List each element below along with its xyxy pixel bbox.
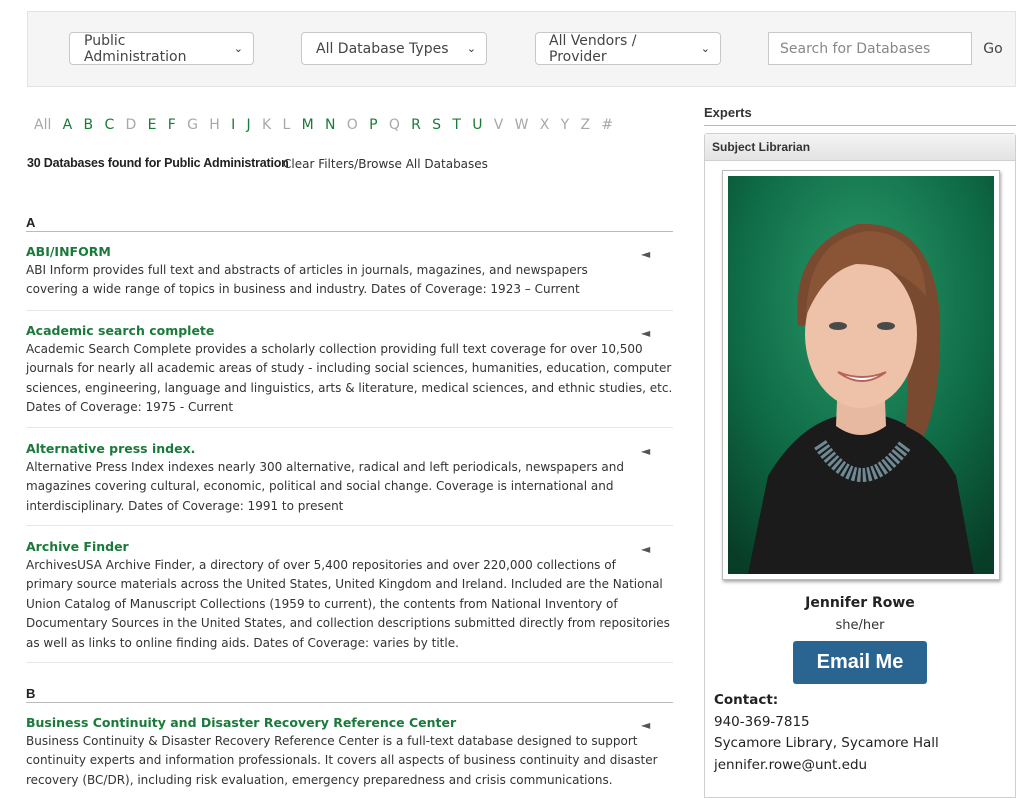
alpha-letter-u[interactable]: U — [472, 117, 482, 133]
panel-title: Subject Librarian — [705, 134, 1015, 161]
alpha-letter-r[interactable]: R — [411, 117, 421, 133]
list-item: ABI/INFORM ABI Inform provides full text… — [26, 243, 676, 300]
alpha-letter-y: Y — [560, 117, 570, 133]
list-item: Alternative press index. Alternative Pre… — [26, 440, 676, 516]
share-icon[interactable]: ◄ — [641, 247, 650, 261]
alpha-letter-s[interactable]: S — [432, 117, 441, 133]
subject-librarian-panel: Subject Librarian Jennifer Rowe she/her … — [704, 133, 1016, 798]
database-title-link[interactable]: ABI/INFORM — [26, 243, 676, 261]
alpha-letter-b[interactable]: B — [84, 117, 94, 133]
librarian-name: Jennifer Rowe — [805, 595, 915, 611]
vendor-select-value: All Vendors / Provider — [549, 32, 637, 65]
database-title-link[interactable]: Academic search complete — [26, 322, 676, 340]
alpha-letter-e[interactable]: E — [148, 117, 157, 133]
alpha-letter-v: V — [493, 117, 504, 133]
group-letter-b: B — [26, 686, 36, 701]
share-icon[interactable]: ◄ — [641, 326, 650, 340]
librarian-photo — [722, 170, 1000, 580]
alpha-letter-x: X — [539, 117, 550, 133]
chevron-down-icon: ⌄ — [466, 42, 476, 55]
clear-filters-link[interactable]: Clear Filters/Browse All Databases — [283, 157, 488, 171]
results-count: 30 Databases found for Public Administra… — [27, 156, 289, 170]
divider — [26, 702, 673, 703]
database-description: ArchivesUSA Archive Finder, a directory … — [26, 558, 670, 650]
office-location: Sycamore Library, Sycamore Hall — [714, 735, 939, 752]
database-title-link[interactable]: Alternative press index. — [26, 440, 676, 458]
divider — [704, 125, 1016, 126]
database-title-link[interactable]: Business Continuity and Disaster Recover… — [26, 714, 676, 732]
alpha-letter-hash: # — [601, 117, 614, 133]
database-description: Academic Search Complete provides a scho… — [26, 342, 673, 415]
database-description: Business Continuity & Disaster Recovery … — [26, 734, 658, 787]
go-button[interactable]: Go — [978, 32, 1008, 65]
vendor-select[interactable]: All Vendors / Provider ⌄ — [535, 32, 721, 65]
alpha-letter-k: K — [261, 117, 272, 133]
email-me-button[interactable]: Email Me — [793, 641, 927, 684]
alpha-letter-i[interactable]: I — [231, 117, 235, 133]
divider — [26, 310, 673, 311]
alpha-letter-h: H — [209, 117, 220, 133]
chevron-down-icon: ⌄ — [233, 42, 243, 55]
subject-select[interactable]: Public Administration ⌄ — [69, 32, 254, 65]
divider — [26, 662, 673, 663]
alphabet-navigation: All A B C D E F G H I J K L M N O P Q R S T U V W X Y Z # — [34, 117, 624, 133]
database-title-link[interactable]: Archive Finder — [26, 538, 676, 556]
alpha-letter-m[interactable]: M — [302, 117, 314, 133]
filter-bar: Public Administration ⌄ All Database Typ… — [27, 11, 1016, 87]
divider — [26, 525, 673, 526]
database-type-select-value: All Database Types — [316, 40, 449, 57]
alpha-letter-l: L — [282, 117, 291, 133]
alpha-letter-p[interactable]: P — [369, 117, 377, 133]
subject-select-value: Public Administration — [84, 32, 187, 65]
search-placeholder: Search for Databases — [780, 40, 931, 57]
alpha-letter-all: All — [34, 117, 52, 133]
share-icon[interactable]: ◄ — [641, 444, 650, 458]
alpha-letter-t[interactable]: T — [452, 117, 461, 133]
phone-number: 940-369-7815 — [714, 713, 810, 730]
list-item: Academic search complete Academic Search… — [26, 322, 676, 418]
alpha-letter-o: O — [346, 117, 358, 133]
group-letter-a: A — [26, 215, 36, 230]
alpha-letter-q: Q — [388, 117, 400, 133]
alpha-letter-g: G — [187, 117, 198, 133]
database-description: ABI Inform provides full text and abstra… — [26, 263, 588, 297]
email-address[interactable]: jennifer.rowe@unt.edu — [714, 755, 939, 777]
database-type-select[interactable]: All Database Types ⌄ — [301, 32, 487, 65]
alpha-letter-c[interactable]: C — [104, 117, 114, 133]
list-item: Business Continuity and Disaster Recover… — [26, 714, 676, 790]
alpha-letter-d: D — [125, 117, 137, 133]
share-icon[interactable]: ◄ — [641, 718, 650, 732]
database-search-input[interactable]: Search for Databases — [768, 32, 972, 65]
alpha-letter-f[interactable]: F — [168, 117, 176, 133]
contact-info: Contact: 940-369-7815 Sycamore Library, … — [714, 690, 939, 776]
alpha-letter-j[interactable]: J — [247, 117, 251, 133]
alpha-letter-z: Z — [580, 117, 591, 133]
alpha-letter-a[interactable]: A — [63, 117, 73, 133]
portrait-image — [728, 176, 994, 574]
chevron-down-icon: ⌄ — [700, 42, 710, 55]
contact-label: Contact: — [714, 692, 779, 708]
divider — [26, 427, 673, 428]
database-description: Alternative Press Index indexes nearly 3… — [26, 460, 624, 513]
alpha-letter-w: W — [514, 117, 529, 133]
share-icon[interactable]: ◄ — [641, 542, 650, 556]
librarian-pronouns: she/her — [835, 618, 885, 633]
list-item: Archive Finder ArchivesUSA Archive Finde… — [26, 538, 676, 653]
alpha-letter-n[interactable]: N — [325, 117, 335, 133]
divider — [26, 231, 673, 232]
experts-heading: Experts — [704, 105, 752, 120]
